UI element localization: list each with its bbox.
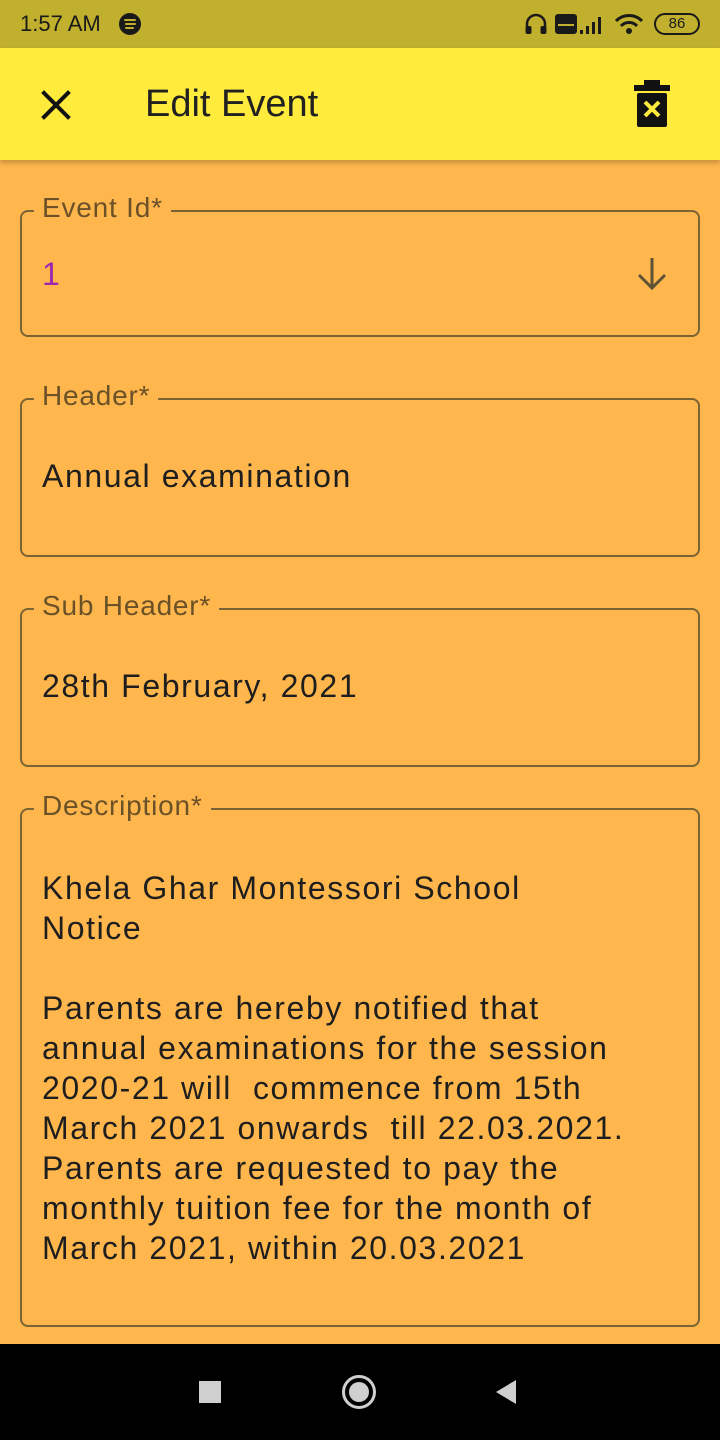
wifi-icon	[614, 14, 644, 34]
header-field[interactable]: Header* Annual examination	[20, 380, 700, 557]
recents-button[interactable]	[198, 1380, 222, 1404]
event-id-dropdown[interactable]: Event Id* 1	[20, 192, 700, 337]
description-label: Description*	[34, 790, 211, 822]
headphones-icon	[525, 13, 547, 34]
spotify-icon	[119, 13, 141, 35]
sub-header-label: Sub Header*	[34, 590, 220, 622]
battery-icon: 86	[654, 13, 700, 35]
close-icon	[41, 90, 71, 120]
sub-header-field[interactable]: Sub Header* 28th February, 2021	[20, 590, 700, 767]
arrow-down-icon[interactable]	[634, 254, 670, 294]
battery-level: 86	[668, 15, 686, 32]
status-time: 1:57 AM	[20, 11, 101, 36]
close-button[interactable]	[36, 85, 76, 125]
header-label: Header*	[34, 380, 159, 412]
navigation-bar	[0, 1344, 720, 1440]
description-input[interactable]: Khela Ghar Montessori School Notice Pare…	[42, 868, 624, 1268]
volte-icon	[555, 14, 577, 34]
back-button[interactable]	[494, 1378, 518, 1406]
event-id-value: 1	[42, 256, 62, 292]
page-title: Edit Event	[145, 83, 319, 125]
app-bar: Edit Event	[0, 48, 720, 160]
status-icons: 86	[524, 12, 700, 36]
event-id-label: Event Id*	[34, 192, 171, 224]
status-bar: 1:57 AM 86	[0, 0, 720, 48]
signal-icon	[580, 17, 601, 34]
sub-header-input[interactable]: 28th February, 2021	[42, 666, 358, 706]
delete-button[interactable]	[632, 78, 672, 130]
home-button[interactable]	[341, 1374, 377, 1410]
delete-icon	[634, 80, 670, 127]
description-field[interactable]: Description* Khela Ghar Montessori Schoo…	[20, 790, 700, 1327]
header-input[interactable]: Annual examination	[42, 456, 352, 496]
